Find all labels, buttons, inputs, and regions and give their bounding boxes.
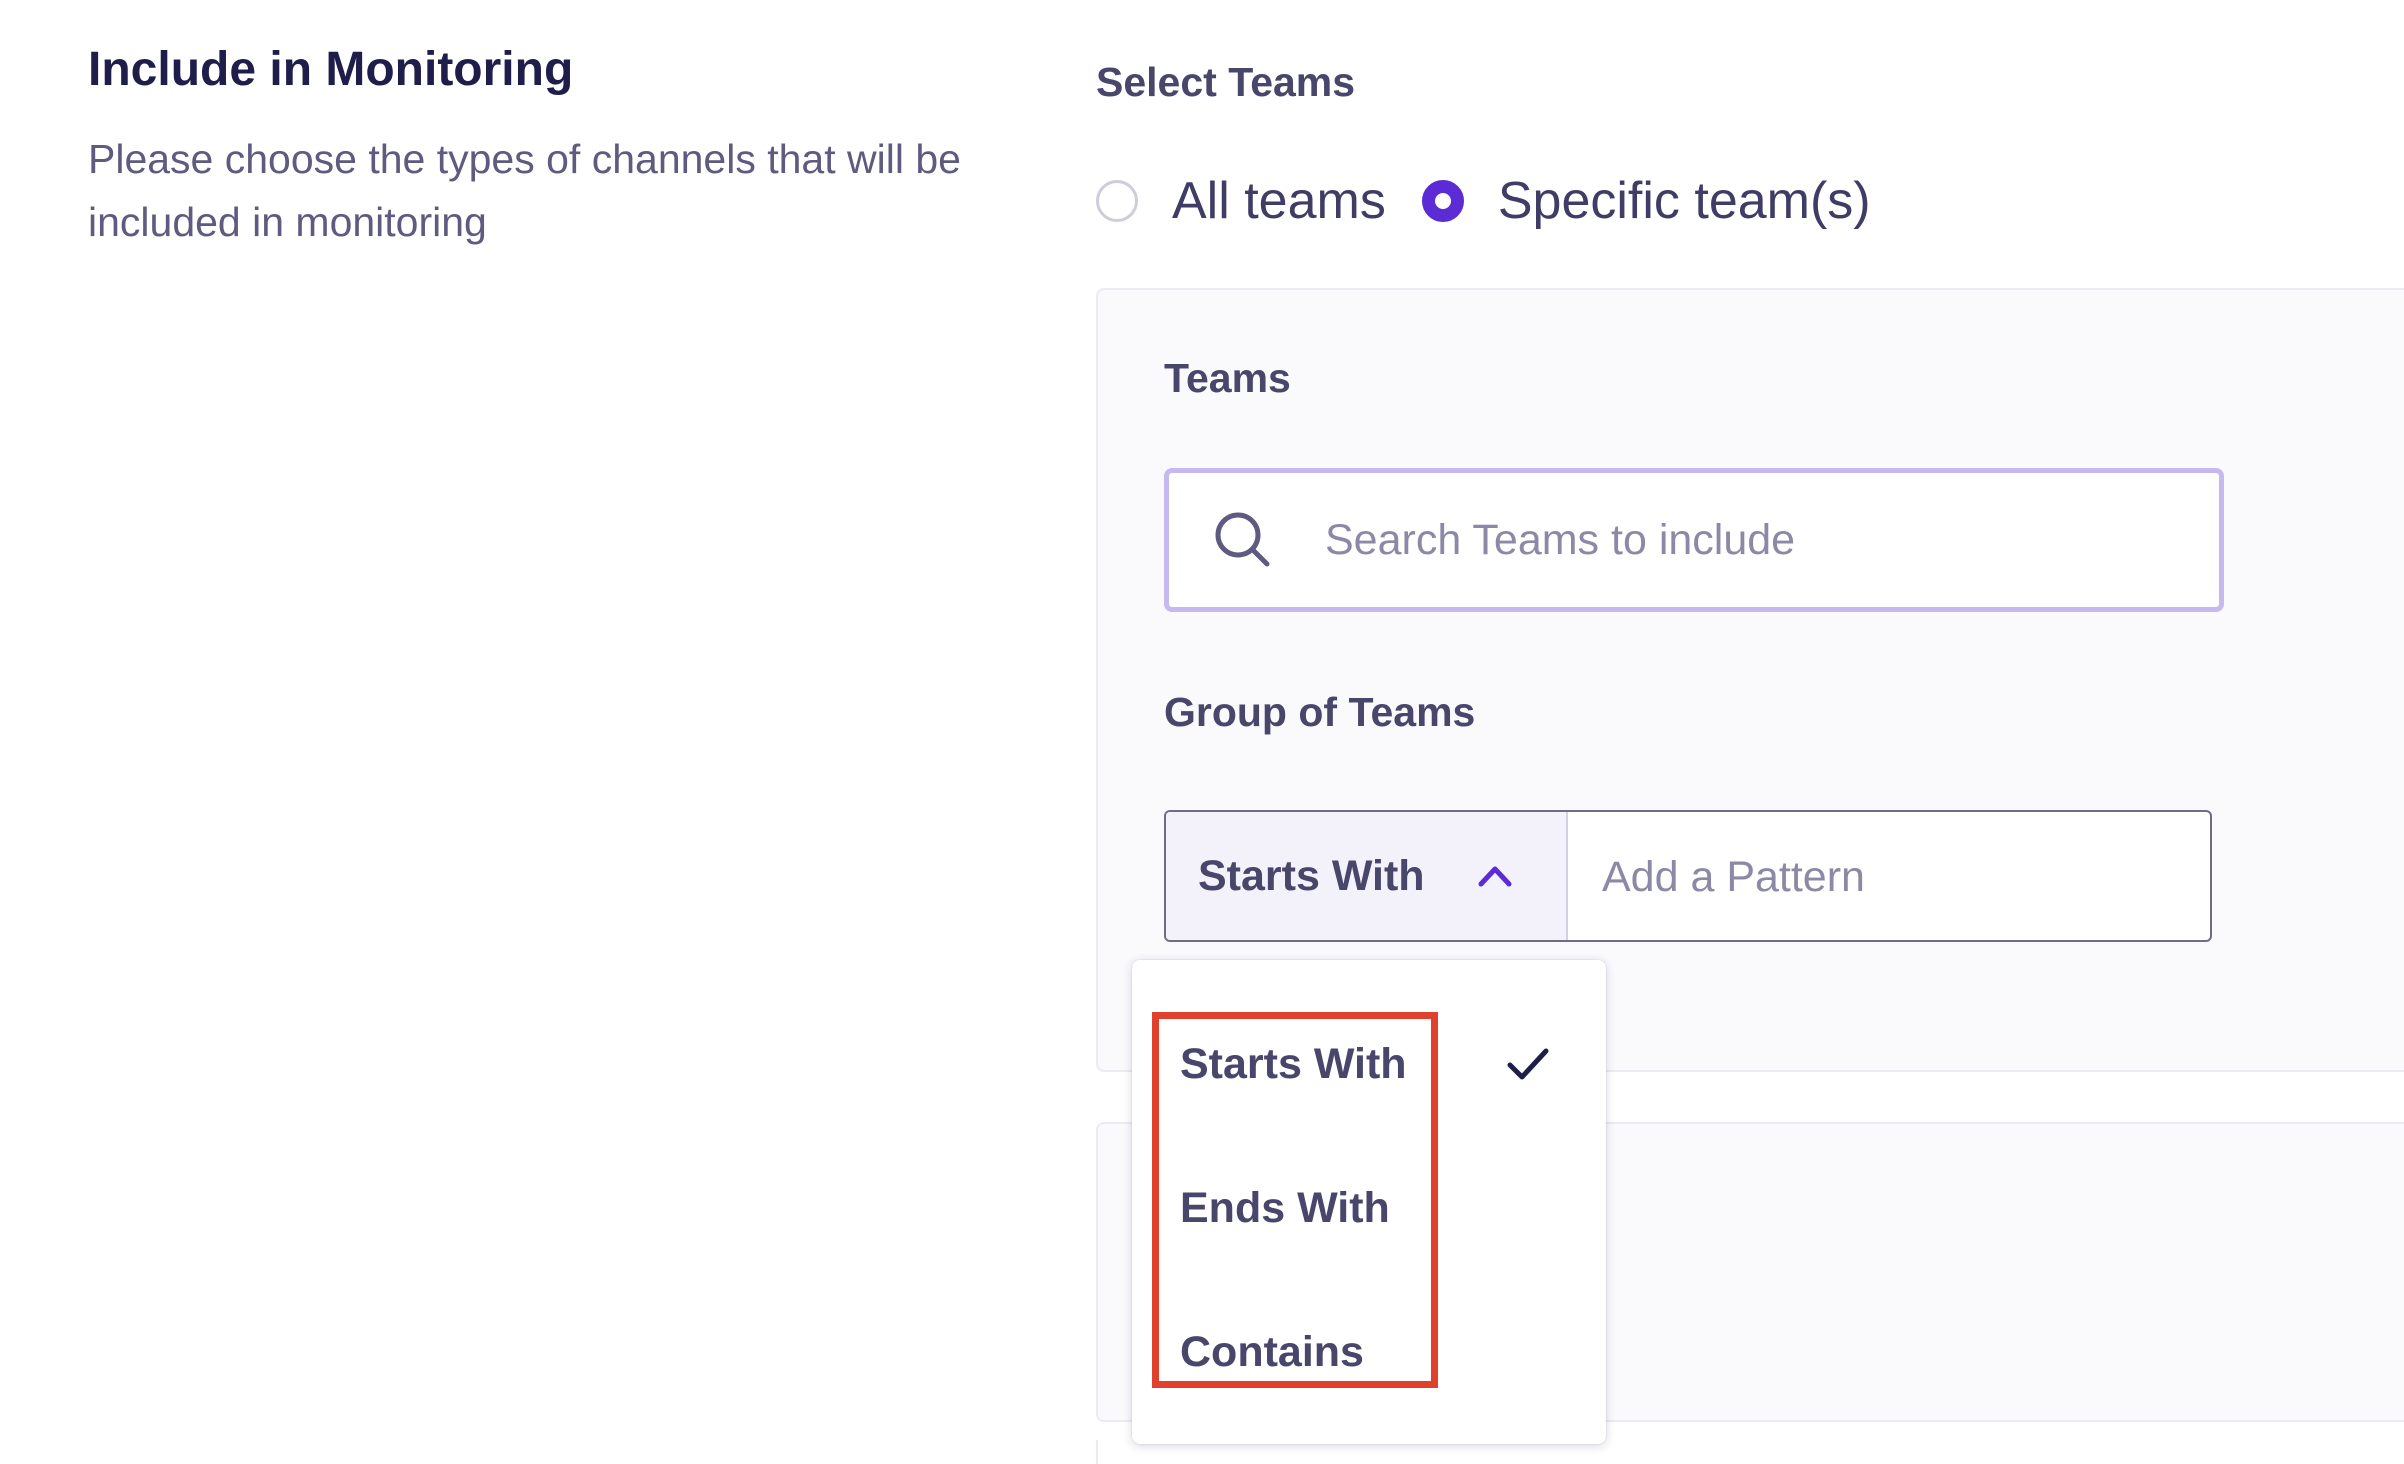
option-label: Starts With — [1180, 1040, 1407, 1088]
option-contains[interactable]: Contains — [1132, 1292, 1606, 1412]
option-ends-with[interactable]: Ends With — [1132, 1148, 1606, 1268]
option-label: Contains — [1180, 1328, 1364, 1376]
team-scope-radio-group: All teams Specific team(s) — [1096, 166, 1871, 236]
monitoring-settings-page: Include in Monitoring Please choose the … — [0, 0, 2404, 1464]
chevron-up-icon — [1478, 866, 1512, 887]
search-icon — [1215, 512, 1270, 567]
specific-teams-radio[interactable] — [1421, 180, 1464, 222]
match-type-select[interactable]: Starts With — [1166, 812, 1568, 940]
option-starts-with[interactable]: Starts With — [1132, 1004, 1606, 1124]
section-title: Include in Monitoring — [88, 43, 574, 96]
check-icon — [1507, 1048, 1549, 1080]
teams-label: Teams — [1164, 355, 1291, 401]
teams-search-input[interactable] — [1323, 499, 2147, 581]
pattern-input[interactable] — [1568, 812, 2204, 940]
pattern-field-group: Starts With — [1164, 810, 2212, 942]
teams-panel — [1096, 288, 2404, 1072]
match-type-value: Starts With — [1198, 852, 1425, 900]
specific-teams-radio-label[interactable]: Specific team(s) — [1498, 166, 1871, 236]
all-teams-radio[interactable] — [1096, 180, 1138, 222]
option-label: Ends With — [1180, 1184, 1390, 1232]
teams-search-box[interactable] — [1164, 468, 2224, 612]
section-description: Please choose the types of channels that… — [88, 136, 961, 245]
select-teams-label: Select Teams — [1096, 59, 1356, 105]
group-of-teams-label: Group of Teams — [1164, 689, 1476, 735]
all-teams-radio-label[interactable]: All teams — [1172, 166, 1386, 236]
match-type-dropdown-menu: Starts With Ends With Contains — [1132, 960, 1606, 1444]
